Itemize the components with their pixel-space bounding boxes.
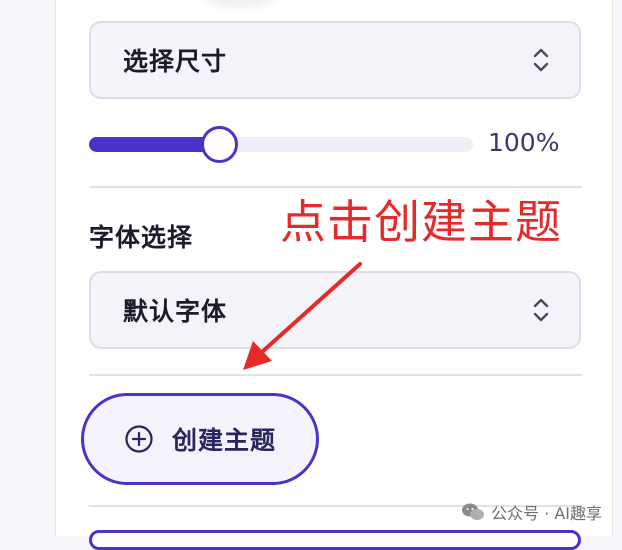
watermark: 公众号 · AI趣享 [461,500,602,524]
chevron-up-down-icon [533,48,549,72]
watermark-text: 公众号 · AI趣享 [491,504,602,523]
wechat-icon [462,503,485,520]
create-theme-button[interactable]: 创建主题 [81,393,319,485]
divider [89,374,582,376]
plus-circle-icon [125,425,153,453]
create-theme-label: 创建主题 [172,426,277,455]
size-select-label: 选择尺寸 [123,47,228,76]
slider-handle[interactable] [201,126,238,163]
size-slider[interactable] [89,124,475,166]
annotation-text: 点击创建主题 [280,195,562,249]
chevron-up-down-icon [533,298,549,322]
font-section-label: 字体选择 [89,223,194,252]
font-select-label: 默认字体 [123,297,228,326]
slider-fill [89,137,220,152]
bottom-partial-control[interactable] [89,530,581,550]
size-select[interactable]: 选择尺寸 [89,21,581,99]
slider-value: 100% [488,128,560,157]
font-select[interactable]: 默认字体 [89,271,581,349]
